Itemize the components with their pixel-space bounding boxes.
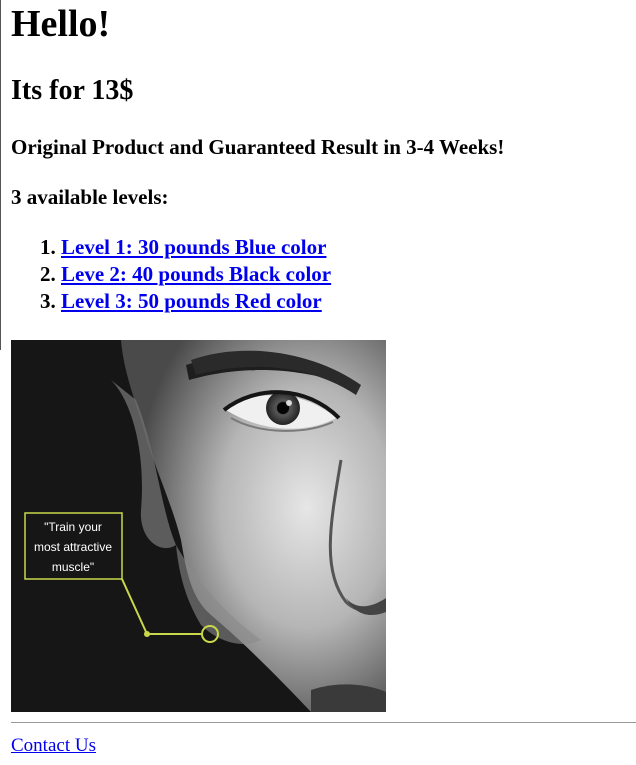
list-item: Level 3: 50 pounds Red color (61, 288, 331, 315)
level-1-link[interactable]: Level 1: 30 pounds Blue color (61, 235, 326, 259)
callout-line-3: muscle" (52, 560, 94, 574)
level-3-link[interactable]: Level 3: 50 pounds Red color (61, 289, 322, 313)
price-heading: Its for 13$ (11, 75, 134, 106)
levels-list: Level 1: 30 pounds Blue color Leve 2: 40… (11, 234, 331, 315)
contact-us-link[interactable]: Contact Us (11, 735, 96, 757)
level-2-link[interactable]: Leve 2: 40 pounds Black color (61, 262, 331, 286)
callout-line-2: most attractive (34, 540, 112, 554)
list-item: Leve 2: 40 pounds Black color (61, 261, 331, 288)
levels-heading: 3 available levels: (11, 185, 169, 209)
callout-line-1: "Train your (44, 520, 102, 534)
list-item: Level 1: 30 pounds Blue color (61, 234, 331, 261)
guarantee-text: Original Product and Guaranteed Result i… (11, 135, 505, 159)
left-border (0, 0, 1, 350)
page-title: Hello! (11, 3, 111, 45)
footer-divider (11, 722, 636, 723)
product-photo: "Train your most attractive muscle" (11, 340, 386, 712)
